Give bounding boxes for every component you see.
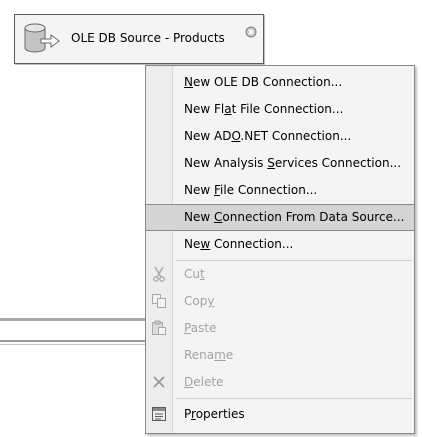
menu-item-rename[interactable]: Rename [146, 342, 414, 369]
divider-line [0, 344, 160, 345]
task-label: OLE DB Source - Products [71, 31, 225, 45]
menu-item-new-ole-db-connection[interactable]: New OLE DB Connection... [146, 69, 414, 96]
divider-line [0, 340, 160, 342]
properties-icon [151, 406, 167, 422]
menu-item-new-connection[interactable]: New Connection... [146, 231, 414, 258]
menu-item-new-flat-file-connection[interactable]: New Flat File Connection... [146, 96, 414, 123]
menu-item-cut[interactable]: Cut [146, 261, 414, 288]
menu-item-properties[interactable]: Properties [146, 401, 414, 428]
divider-line [0, 318, 160, 321]
menu-item-new-connection-from-data-source[interactable]: New Connection From Data Source... [146, 204, 414, 231]
menu-item-copy[interactable]: Copy [146, 288, 414, 315]
scissors-icon [151, 266, 167, 282]
context-menu: New OLE DB Connection... New Flat File C… [145, 65, 415, 434]
menu-item-paste[interactable]: Paste [146, 315, 414, 342]
ole-db-source-task[interactable]: OLE DB Source - Products [14, 14, 264, 64]
delete-x-icon [151, 374, 167, 390]
menu-item-new-file-connection[interactable]: New File Connection... [146, 177, 414, 204]
paste-icon [151, 320, 167, 336]
error-icon[interactable] [245, 26, 257, 41]
copy-icon [151, 293, 167, 309]
menu-item-new-analysis-services-connection[interactable]: New Analysis Services Connection... [146, 150, 414, 177]
menu-item-new-adonet-connection[interactable]: New ADO.NET Connection... [146, 123, 414, 150]
menu-item-delete[interactable]: Delete [146, 369, 414, 396]
menu-separator [176, 398, 412, 399]
database-source-icon [23, 22, 63, 59]
